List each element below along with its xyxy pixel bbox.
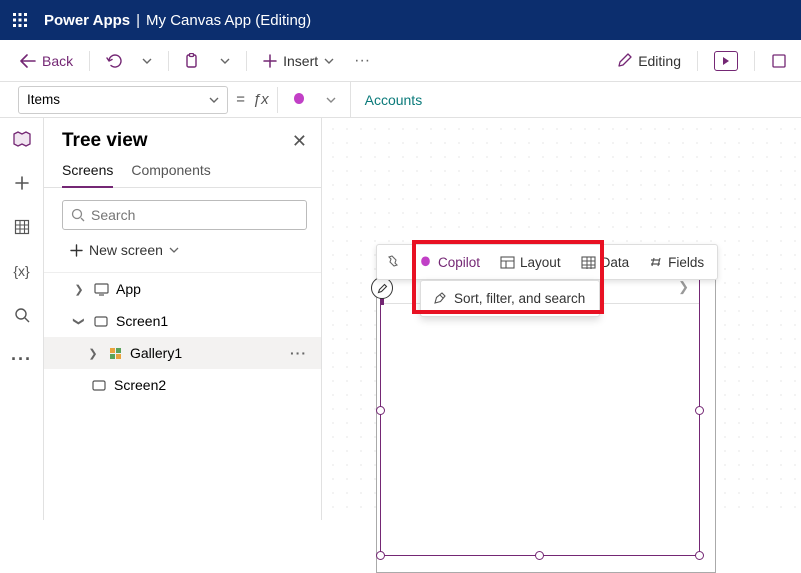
new-screen-button[interactable]: New screen (44, 240, 321, 272)
rail-more[interactable]: ··· (11, 348, 33, 370)
rail-data[interactable] (11, 216, 33, 238)
resize-handle[interactable] (695, 551, 704, 560)
app-header: Power Apps|My Canvas App (Editing) (0, 0, 801, 40)
search-icon (71, 208, 85, 222)
tab-components[interactable]: Components (131, 162, 210, 187)
edit-pencil-badge[interactable] (371, 277, 393, 299)
menu-layout-label: Layout (520, 255, 561, 270)
screen-icon (90, 380, 108, 391)
menu-fields[interactable]: Fields (640, 251, 713, 274)
search-input[interactable] (91, 207, 298, 223)
rail-insert[interactable] (11, 172, 33, 194)
paste-button[interactable] (177, 49, 208, 73)
menu-copilot-label: Copilot (438, 255, 480, 270)
contextual-menu: Copilot Layout Data Fields (376, 244, 718, 280)
tab-screens[interactable]: Screens (62, 162, 113, 188)
resize-handle[interactable] (535, 551, 544, 560)
preview-button[interactable] (706, 47, 746, 75)
editing-label: Editing (638, 53, 681, 69)
doc-title: My Canvas App (Editing) (146, 12, 311, 29)
chevron-down-icon (209, 97, 219, 103)
resize-handle[interactable] (376, 551, 385, 560)
formula-input[interactable]: Accounts (350, 82, 801, 117)
menu-data-label: Data (601, 255, 630, 270)
resize-handle[interactable] (695, 406, 704, 415)
gallery-icon (106, 347, 124, 360)
formula-bar: Items = ƒx Accounts (0, 82, 801, 118)
undo-chevron[interactable] (134, 54, 160, 68)
row-more-icon[interactable]: ··· (290, 345, 307, 361)
pin-icon[interactable] (381, 251, 407, 273)
copilot-formula-icon[interactable] (286, 91, 312, 109)
save-button[interactable] (763, 49, 789, 73)
editing-mode-button[interactable]: Editing (609, 49, 689, 73)
tree-item-screen2[interactable]: Screen2 (44, 369, 321, 401)
tree-title: Tree view (62, 130, 148, 152)
rail-tree-view[interactable] (11, 128, 33, 150)
back-label: Back (42, 53, 73, 69)
insert-button[interactable]: Insert (255, 49, 342, 73)
waffle-icon[interactable] (8, 8, 32, 32)
app-name: Power Apps (44, 12, 130, 29)
toolbar-overflow[interactable]: ··· (346, 52, 378, 70)
drop-label: Sort, filter, and search (454, 291, 585, 306)
rail-variables[interactable]: {x} (11, 260, 33, 282)
insert-label: Insert (283, 53, 318, 69)
tree-label: App (116, 281, 141, 297)
tree-item-gallery1[interactable]: ❯ Gallery1 ··· (44, 337, 321, 369)
tree-view-panel: Tree view ✕ Screens Components New scree… (44, 118, 322, 520)
menu-layout[interactable]: Layout (491, 251, 570, 274)
equals-sign: = (236, 91, 245, 108)
fx-label: ƒx (253, 91, 269, 108)
rail-search[interactable] (11, 304, 33, 326)
header-title: Power Apps|My Canvas App (Editing) (44, 12, 311, 29)
formula-chevron[interactable] (320, 97, 342, 103)
toolbar: Back Insert ··· Editing (0, 40, 801, 82)
tree-label: Gallery1 (130, 345, 182, 361)
tree-label: Screen2 (114, 377, 166, 393)
chevron-right-icon: ❯ (678, 279, 689, 295)
chevron-right-icon: ❯ (86, 347, 100, 360)
new-screen-label: New screen (89, 242, 163, 258)
canvas-area[interactable]: ❯ Copilot Layout (322, 118, 801, 520)
property-label: Items (27, 92, 60, 107)
property-select[interactable]: Items (18, 86, 228, 114)
menu-data[interactable]: Data (572, 251, 639, 274)
menu-copilot[interactable]: Copilot (409, 251, 489, 274)
left-rail: {x} ··· (0, 118, 44, 520)
back-button[interactable]: Back (12, 49, 81, 73)
drop-sort-filter-search[interactable]: Sort, filter, and search (421, 285, 599, 312)
screen-icon (92, 316, 110, 327)
tree-search[interactable] (62, 200, 307, 230)
chevron-right-icon: ❯ (72, 283, 86, 296)
chevron-down-icon: ❯ (73, 314, 86, 328)
tree-item-screen1[interactable]: ❯ Screen1 (44, 305, 321, 337)
tree-item-app[interactable]: ❯ App (44, 273, 321, 305)
close-icon[interactable]: ✕ (292, 131, 307, 152)
tree-label: Screen1 (116, 313, 168, 329)
resize-handle[interactable] (376, 406, 385, 415)
paste-chevron[interactable] (212, 54, 238, 68)
copilot-dropdown: Sort, filter, and search (420, 280, 600, 317)
undo-button[interactable] (98, 49, 130, 73)
app-icon (92, 283, 110, 296)
menu-fields-label: Fields (668, 255, 704, 270)
